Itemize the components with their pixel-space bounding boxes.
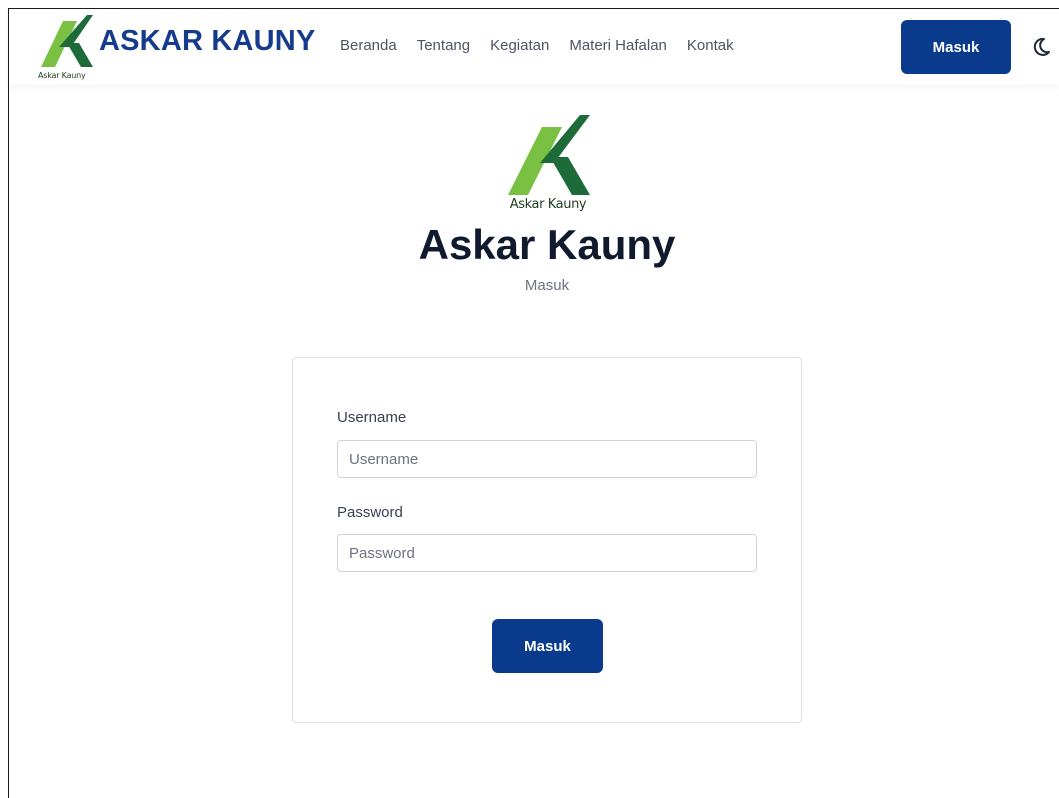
brand-small-caption: Askar Kauny <box>38 71 86 80</box>
login-form: Username Password Masuk <box>292 357 802 723</box>
username-input[interactable] <box>337 440 757 478</box>
moon-icon[interactable] <box>1029 35 1053 59</box>
hero-logo-caption: Askar Kauny <box>509 197 587 212</box>
navbar: Askar Kauny ASKAR KAUNY Beranda Tentang … <box>9 9 1059 85</box>
nav-link-tentang[interactable]: Tentang <box>417 37 470 54</box>
nav-link-materi-hafalan[interactable]: Materi Hafalan <box>569 37 667 54</box>
nav-link-kontak[interactable]: Kontak <box>687 37 734 54</box>
nav-links: Beranda Tentang Kegiatan Materi Hafalan … <box>340 37 754 54</box>
brand-logo-link[interactable]: Askar Kauny ASKAR KAUNY <box>37 13 315 81</box>
page-frame: Askar Kauny ASKAR KAUNY Beranda Tentang … <box>8 8 1059 798</box>
nav-link-beranda[interactable]: Beranda <box>340 37 397 54</box>
nav-link-kegiatan[interactable]: Kegiatan <box>490 37 549 54</box>
username-label: Username <box>337 409 407 426</box>
password-input[interactable] <box>337 534 757 572</box>
askar-kauny-hero-logo-icon <box>508 115 590 195</box>
nav-login-button[interactable]: Masuk <box>901 20 1011 74</box>
page-subtitle: Masuk <box>524 277 570 294</box>
page-title: Askar Kauny <box>418 221 676 268</box>
brand-name: ASKAR KAUNY <box>99 25 316 57</box>
password-label: Password <box>337 504 403 521</box>
askar-kauny-logo-icon <box>41 15 93 67</box>
login-submit-button[interactable]: Masuk <box>492 619 603 673</box>
